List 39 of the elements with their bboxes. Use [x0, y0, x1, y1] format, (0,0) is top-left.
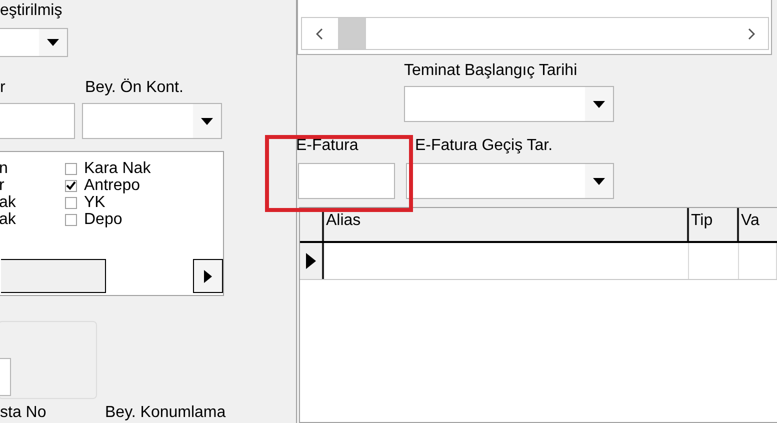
option-label: ak — [0, 211, 17, 228]
checkbox[interactable] — [65, 214, 77, 226]
scroll-right-button[interactable] — [193, 259, 223, 293]
field-label: eştirilmiş — [0, 2, 64, 20]
field-label: Bey. Ön Kont. — [85, 79, 184, 97]
text-field[interactable] — [298, 163, 395, 199]
dropdown-arrow-icon — [47, 39, 59, 46]
scrollbar-thumb[interactable] — [1, 259, 106, 293]
right-triangle-icon — [204, 270, 212, 282]
checkbox[interactable] — [65, 196, 77, 208]
field-label: E-Fatura — [296, 137, 360, 155]
field-label: sta No — [0, 404, 48, 422]
dropdown[interactable] — [0, 28, 68, 57]
checkbox-label: YK — [84, 194, 106, 211]
dropdown-arrow-icon — [593, 178, 605, 184]
option-label: n — [0, 160, 9, 177]
row-pointer-icon — [306, 253, 316, 269]
horizontal-scrollbar[interactable] — [301, 17, 769, 50]
text-field[interactable] — [0, 103, 75, 139]
text-field[interactable] — [0, 358, 11, 396]
checkbox-label: Depo — [84, 211, 122, 228]
option-label: ak — [0, 194, 17, 211]
column-header[interactable]: Va — [739, 208, 777, 241]
column-header[interactable]: Tip — [689, 208, 739, 241]
checkbox-label: Kara Nak — [84, 160, 151, 177]
field-label: r — [0, 79, 6, 97]
chevron-left-icon — [316, 28, 322, 40]
column-header[interactable]: Alias — [324, 208, 689, 241]
checkbox[interactable] — [65, 162, 77, 174]
option-label: r — [0, 177, 6, 194]
dropdown-arrow-icon — [201, 118, 213, 124]
field-label: Teminat Başlangıç Tarihi — [404, 62, 578, 80]
dropdown-arrow-icon — [593, 100, 605, 108]
chevron-right-icon — [748, 28, 754, 40]
field-label: E-Fatura Geçiş Tar. — [415, 137, 553, 155]
scrollbar-thumb[interactable] — [338, 18, 366, 49]
checkbox[interactable] — [65, 180, 77, 192]
checkbox-label: Antrepo — [84, 177, 140, 194]
field-label: Bey. Konumlama — [105, 404, 226, 422]
